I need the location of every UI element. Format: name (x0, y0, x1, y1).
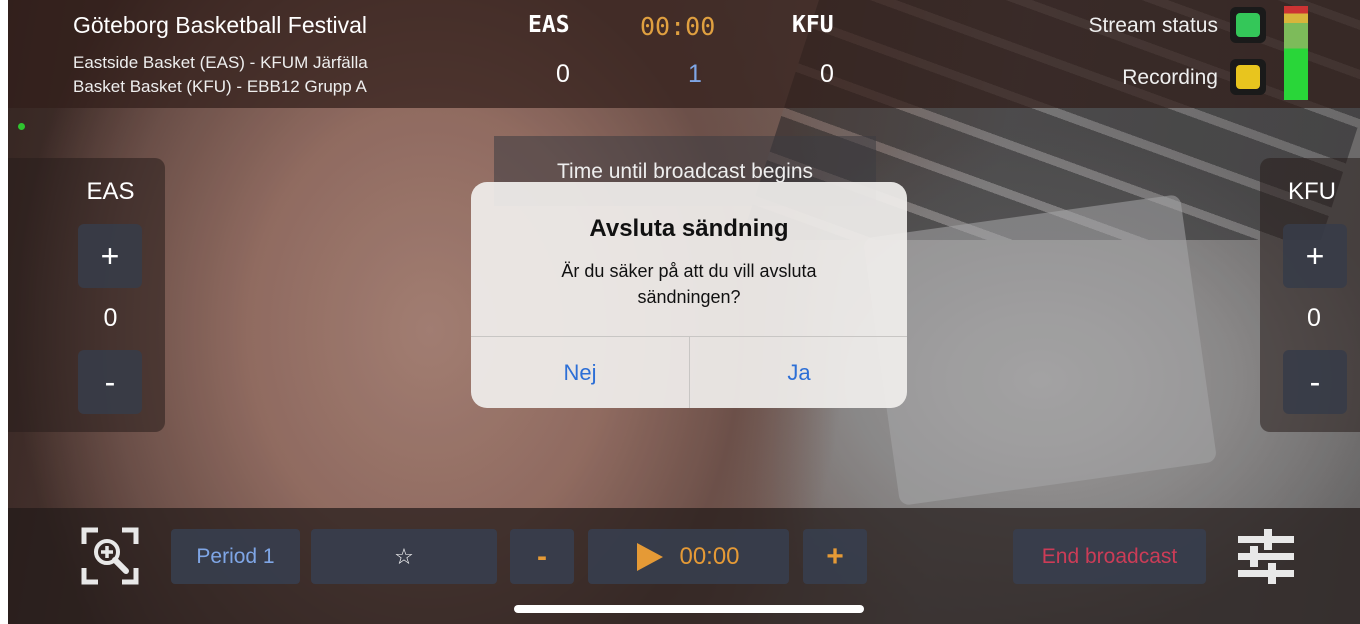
alert-title: Avsluta sändning (589, 215, 789, 242)
home-indicator[interactable] (514, 605, 864, 613)
alert-yes-button[interactable]: Ja (690, 337, 907, 408)
end-broadcast-alert: Avsluta sändning Är du säker på att du v… (471, 182, 907, 408)
alert-message: Är du säker på att du vill avsluta sändn… (561, 261, 817, 307)
alert-no-button[interactable]: Nej (471, 337, 689, 408)
